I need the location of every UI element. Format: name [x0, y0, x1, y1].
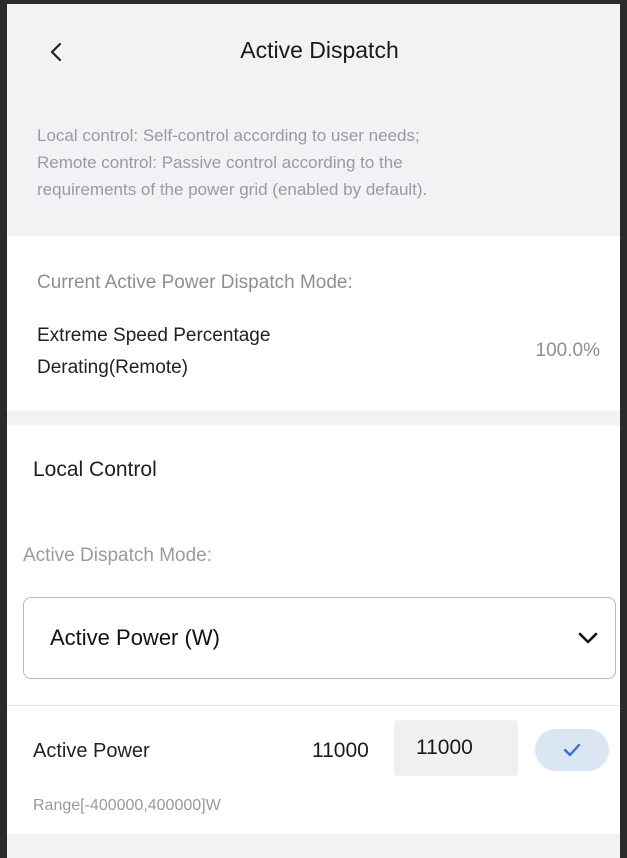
confirm-button[interactable] — [535, 729, 609, 771]
info-notice: Local control: Self-control according to… — [7, 96, 620, 236]
back-button[interactable] — [45, 40, 69, 64]
app-frame: Active Dispatch Local control: Self-cont… — [0, 0, 627, 858]
range-hint: Range[-400000,400000]W — [33, 797, 221, 814]
active-power-input[interactable] — [394, 720, 518, 776]
active-power-row: Active Power 11000 — [7, 706, 620, 796]
current-mode-name-line: Derating(Remote) — [37, 357, 188, 378]
current-mode-label: Current Active Power Dispatch Mode: — [37, 272, 353, 293]
page-title: Active Dispatch — [240, 36, 399, 63]
dispatch-mode-selected: Active Power (W) — [50, 625, 220, 650]
notice-line: Remote control: Passive control accordin… — [37, 153, 403, 172]
header-bar: Active Dispatch — [7, 4, 620, 96]
active-power-current-value: 11000 — [312, 739, 369, 762]
notice-line: Local control: Self-control according to… — [37, 126, 420, 145]
active-power-label: Active Power — [33, 740, 150, 762]
section-divider — [7, 411, 620, 425]
current-mode-card: Current Active Power Dispatch Mode: Extr… — [7, 236, 620, 411]
bottom-spacer — [7, 834, 620, 858]
current-mode-name: Extreme Speed Percentage Derating(Remote… — [37, 320, 377, 384]
current-mode-name-line: Extreme Speed Percentage — [37, 325, 271, 346]
chevron-down-icon — [578, 632, 598, 644]
check-icon — [563, 743, 581, 757]
dispatch-mode-label: Active Dispatch Mode: — [23, 545, 213, 566]
current-mode-value: 100.0% — [535, 340, 600, 361]
notice-line: requirements of the power grid (enabled … — [37, 180, 428, 199]
local-control-title: Local Control — [33, 458, 157, 481]
dispatch-mode-select[interactable]: Active Power (W) — [23, 597, 616, 679]
chevron-left-icon — [50, 42, 62, 62]
